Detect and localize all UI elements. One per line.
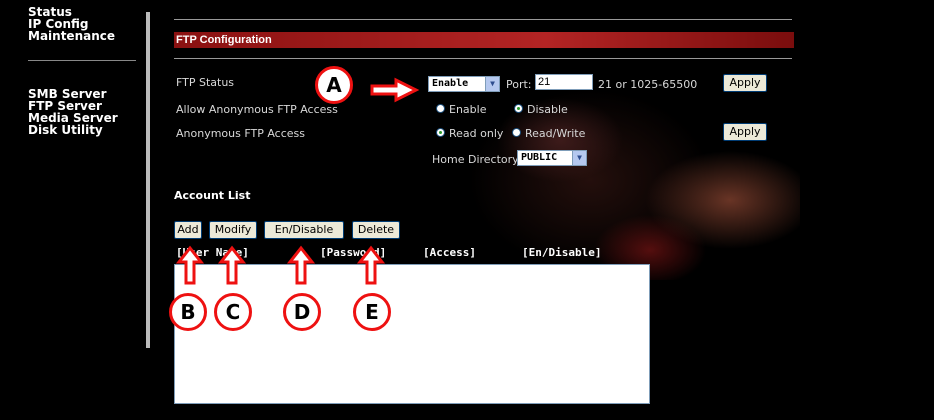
arrow-b-icon — [175, 245, 205, 285]
arrow-e-icon — [356, 245, 386, 285]
arrow-d-icon — [286, 245, 316, 285]
ftp-config-page: Status IP Config Maintenance SMB Server … — [0, 0, 934, 420]
arrow-c-icon — [217, 245, 247, 285]
callout-c: C — [214, 293, 252, 331]
callout-b: B — [169, 293, 207, 331]
callout-d: D — [283, 293, 321, 331]
callout-e: E — [353, 293, 391, 331]
callout-a: A — [315, 66, 353, 104]
callout-arrows — [175, 77, 420, 285]
arrow-a-icon — [370, 77, 420, 103]
